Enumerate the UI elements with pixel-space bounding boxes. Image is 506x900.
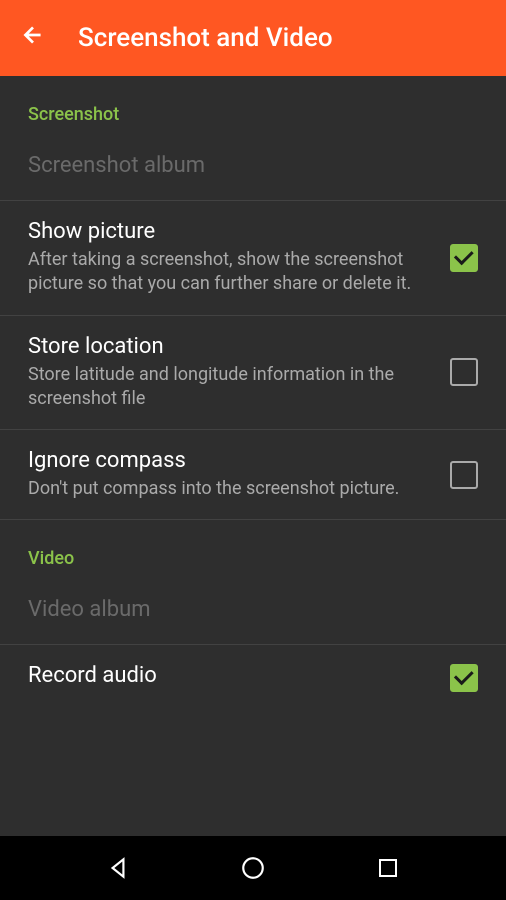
setting-show-picture[interactable]: Show picture After taking a screenshot, … bbox=[0, 201, 506, 315]
setting-ignore-compass[interactable]: Ignore compass Don't put compass into th… bbox=[0, 430, 506, 519]
setting-record-audio[interactable]: Record audio bbox=[0, 645, 506, 710]
nav-back-icon[interactable] bbox=[104, 854, 132, 882]
setting-title: Ignore compass bbox=[28, 448, 434, 473]
section-label-screenshot: Screenshot bbox=[0, 76, 506, 135]
checkbox-record-audio[interactable] bbox=[450, 664, 478, 692]
setting-desc: Don't put compass into the screenshot pi… bbox=[28, 477, 434, 501]
checkbox-ignore-compass[interactable] bbox=[450, 461, 478, 489]
setting-title: Video album bbox=[28, 597, 462, 622]
setting-store-location[interactable]: Store location Store latitude and longit… bbox=[0, 316, 506, 430]
setting-title: Show picture bbox=[28, 219, 434, 244]
setting-title: Record audio bbox=[28, 663, 434, 688]
app-header: Screenshot and Video bbox=[0, 0, 506, 76]
section-label-video: Video bbox=[0, 520, 506, 579]
back-icon[interactable] bbox=[20, 22, 46, 55]
setting-desc: Store latitude and longitude information… bbox=[28, 363, 434, 412]
nav-recent-icon[interactable] bbox=[374, 854, 402, 882]
nav-home-icon[interactable] bbox=[239, 854, 267, 882]
checkbox-show-picture[interactable] bbox=[450, 244, 478, 272]
setting-desc: After taking a screenshot, show the scre… bbox=[28, 248, 434, 297]
setting-title: Store location bbox=[28, 334, 434, 359]
setting-title: Screenshot album bbox=[28, 153, 462, 178]
page-title: Screenshot and Video bbox=[78, 23, 333, 53]
navigation-bar bbox=[0, 836, 506, 900]
setting-video-album[interactable]: Video album bbox=[0, 579, 506, 644]
settings-content: Screenshot Screenshot album Show picture… bbox=[0, 76, 506, 710]
setting-screenshot-album[interactable]: Screenshot album bbox=[0, 135, 506, 200]
checkbox-store-location[interactable] bbox=[450, 358, 478, 386]
